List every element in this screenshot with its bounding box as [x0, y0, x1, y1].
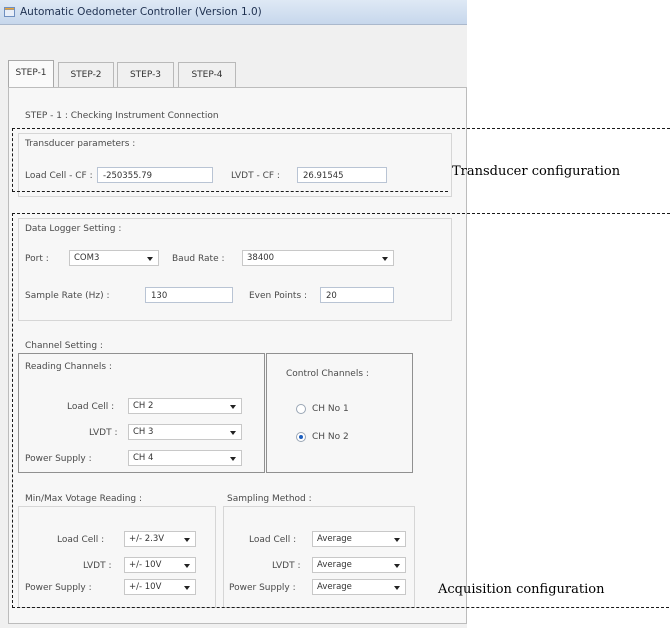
app-window-icon: [4, 7, 15, 17]
step-heading: STEP - 1 : Checking Instrument Connectio…: [25, 111, 219, 121]
transducer-config-annotation: Transducer configuration: [452, 164, 621, 179]
tab-step-4[interactable]: STEP-4: [178, 62, 236, 88]
transducer-annotation-underline: [12, 191, 448, 192]
transducer-annotation-box: [12, 128, 670, 192]
tab-step-2[interactable]: STEP-2: [58, 62, 114, 88]
tab-step-3[interactable]: STEP-3: [117, 62, 174, 88]
acquisition-annotation-box: [12, 213, 670, 608]
tab-step-1[interactable]: STEP-1: [8, 60, 54, 89]
window-title: Automatic Oedometer Controller (Version …: [20, 6, 262, 18]
acquisition-config-annotation: Acquisition configuration: [438, 582, 605, 597]
acquisition-annotation-underline: [12, 607, 669, 608]
title-bar: Automatic Oedometer Controller (Version …: [0, 0, 467, 25]
